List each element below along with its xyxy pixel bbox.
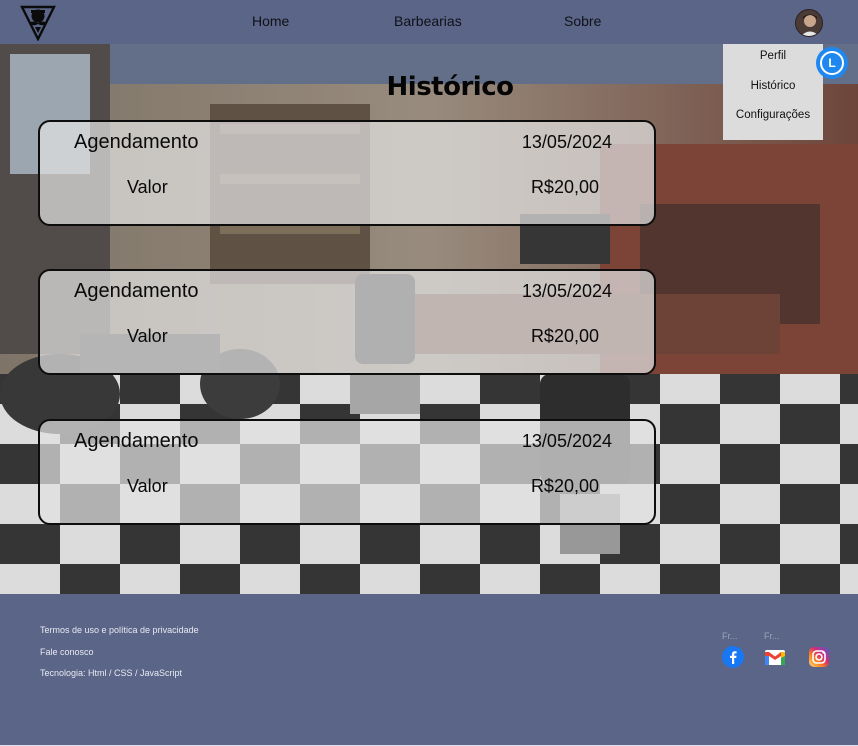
footer: Termos de uso e política de privacidade … [0, 594, 858, 746]
footer-truncated-label: Fr... [764, 631, 780, 641]
value-amount: R$20,00 [530, 326, 599, 346]
dropdown-item-configuracoes[interactable]: Configurações [723, 109, 823, 121]
footer-contact-link[interactable]: Fale conosco [40, 647, 94, 657]
top-navbar: Home Barbearias Sobre [0, 0, 858, 44]
history-card: Agendamento 13/05/2024 Valor R$20,00 [38, 419, 656, 525]
dropdown-item-historico[interactable]: Histórico [723, 80, 823, 92]
footer-truncated-label: Fr... [722, 631, 738, 641]
value-label: Valor [127, 326, 168, 346]
value-label: Valor [127, 177, 168, 197]
nav-home-link[interactable]: Home [252, 13, 289, 29]
gmail-icon[interactable] [764, 646, 786, 668]
value-amount: R$20,00 [530, 177, 599, 197]
instagram-icon[interactable] [808, 646, 830, 668]
appointment-label: Agendamento [74, 280, 199, 302]
badge-letter: L [820, 51, 844, 75]
barber-mustache-logo-icon[interactable] [20, 3, 56, 41]
dropdown-item-perfil[interactable]: Perfil [723, 50, 823, 62]
appointment-date: 13/05/2024 [521, 431, 612, 451]
profile-dropdown-menu: Perfil Histórico Configurações [723, 44, 823, 140]
appointment-date: 13/05/2024 [521, 281, 612, 301]
history-card: Agendamento 13/05/2024 Valor R$20,00 [38, 269, 656, 375]
user-avatar[interactable] [795, 9, 823, 37]
floating-user-badge[interactable]: L [816, 47, 848, 79]
value-label: Valor [127, 476, 168, 496]
history-card: Agendamento 13/05/2024 Valor R$20,00 [38, 120, 656, 226]
nav-barbearias-link[interactable]: Barbearias [394, 13, 462, 29]
value-amount: R$20,00 [530, 476, 599, 496]
nav-sobre-link[interactable]: Sobre [564, 13, 601, 29]
footer-terms-link[interactable]: Termos de uso e política de privacidade [40, 625, 199, 635]
appointment-label: Agendamento [74, 131, 199, 153]
facebook-icon[interactable] [722, 646, 744, 668]
appointment-date: 13/05/2024 [521, 132, 612, 152]
footer-technology-text: Tecnologia: Html / CSS / JavaScript [40, 668, 183, 678]
appointment-label: Agendamento [74, 430, 199, 452]
